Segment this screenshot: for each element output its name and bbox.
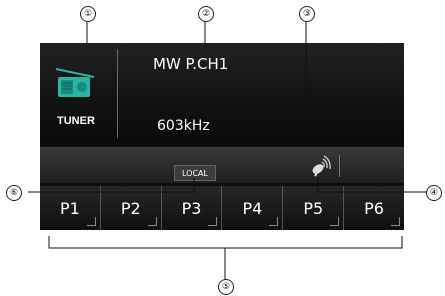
callout-5: ⑤: [218, 279, 234, 295]
callout-6: ⑥: [6, 185, 22, 201]
callout-3: ③: [299, 6, 315, 22]
callout-lines: [28, 22, 428, 281]
callout-1: ①: [80, 6, 96, 22]
callout-4: ④: [426, 185, 442, 201]
callout-2: ②: [198, 6, 214, 22]
